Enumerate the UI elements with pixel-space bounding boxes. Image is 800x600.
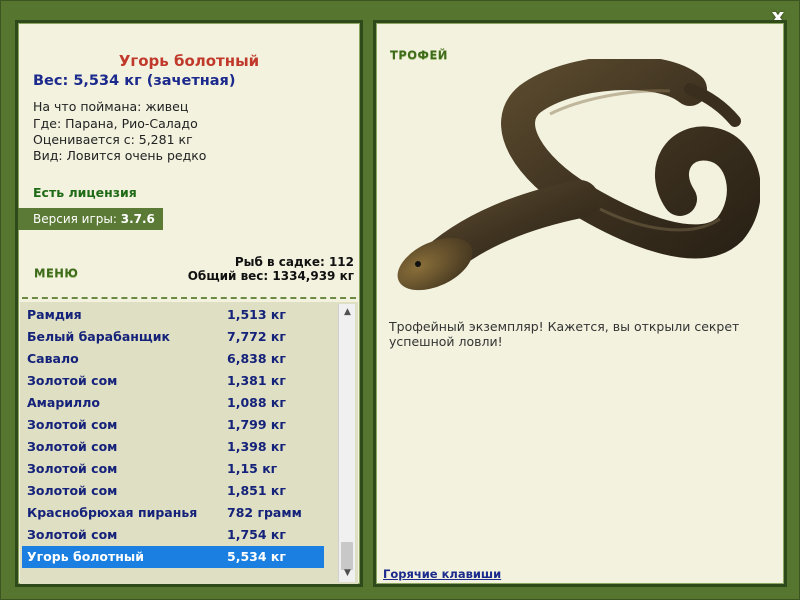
catch-fish-name: Угорь болотный: [27, 549, 144, 564]
eel-image: [390, 56, 761, 304]
catch-fish-weight: 1,15 кг: [227, 461, 278, 476]
fish-info-panel: Угорь болотный Вес: 5,534 кг (зачетная) …: [15, 20, 363, 587]
trophy-message: Трофейный экземпляр! Кажется, вы открыли…: [389, 319, 740, 349]
keepnet-total-weight: Общий вес: 1334,939 кг: [187, 269, 354, 283]
rated-from-info: Оценивается с: 5,281 кг: [33, 132, 193, 147]
catch-list-row[interactable]: Золотой сом 1,398 кг: [22, 436, 324, 458]
keepnet-count: Рыб в садке: 112: [234, 255, 354, 269]
catch-fish-name: Краснобрюхая пиранья: [27, 505, 198, 520]
catch-list-row[interactable]: Амарилло 1,088 кг: [22, 392, 324, 414]
catch-list-row[interactable]: Краснобрюхая пиранья 782 грамм: [22, 502, 324, 524]
version-label: Версия игры:: [33, 212, 121, 226]
catch-list: Рамдия 1,513 кг Белый барабанщик 7,772 кг Са…: [22, 304, 324, 582]
caught-on-info: На что поймана: живец: [33, 99, 189, 114]
catch-list-scrollbar[interactable]: ▲ ▼: [338, 304, 355, 582]
scroll-up-icon[interactable]: ▲: [339, 304, 356, 321]
fish-weight: Вес: 5,534 кг (зачетная): [33, 73, 236, 89]
catch-list-row[interactable]: Савало 6,838 кг: [22, 348, 324, 370]
hotkeys-link[interactable]: Горячие клавиши: [383, 567, 501, 581]
catch-fish-name: Савало: [27, 351, 79, 366]
trophy-panel: ТРОФЕЙ Трофейный экземпляр! Кажется, вы …: [373, 20, 787, 587]
catch-fish-weight: 1,381 кг: [227, 373, 286, 388]
catch-fish-name: Белый барабанщик: [27, 329, 170, 344]
catch-fish-name: Золотой сом: [27, 373, 118, 388]
catch-fish-weight: 1,398 кг: [227, 439, 286, 454]
catch-list-row[interactable]: Золотой сом 1,851 кг: [22, 480, 324, 502]
catch-fish-name: Золотой сом: [27, 461, 118, 476]
rarity-info: Вид: Ловится очень редко: [33, 148, 207, 163]
catch-fish-weight: 782 грамм: [227, 505, 302, 520]
catch-fish-name: Золотой сом: [27, 527, 118, 542]
catch-list-row[interactable]: Золотой сом 1,15 кг: [22, 458, 324, 480]
separator: [22, 297, 356, 299]
catch-fish-weight: 1,754 кг: [227, 527, 286, 542]
catch-fish-weight: 6,838 кг: [227, 351, 286, 366]
catch-fish-weight: 1,799 кг: [227, 417, 286, 432]
game-window: x Угорь болотный Вес: 5,534 кг (зачетная…: [0, 0, 800, 600]
catch-list-row[interactable]: Золотой сом 1,381 кг: [22, 370, 324, 392]
catch-fish-name: Рамдия: [27, 307, 82, 322]
version-bar: Версия игры: 3.7.6: [18, 208, 163, 230]
catch-fish-weight: 7,772 кг: [227, 329, 286, 344]
catch-list-row[interactable]: Рамдия 1,513 кг: [22, 304, 324, 326]
catch-fish-weight: 1,513 кг: [227, 307, 286, 322]
fish-title: Угорь болотный: [118, 52, 260, 70]
catch-list-row[interactable]: Золотой сом 1,754 кг: [22, 524, 324, 546]
scroll-down-icon[interactable]: ▼: [339, 565, 356, 582]
license-status: Есть лицензия: [33, 185, 137, 200]
catch-list-row[interactable]: Золотой сом 1,799 кг: [22, 414, 324, 436]
catch-list-row[interactable]: Белый барабанщик 7,772 кг: [22, 326, 324, 348]
eel-icon: [397, 56, 761, 291]
catch-list-area: Рамдия 1,513 кг Белый барабанщик 7,772 кг Са…: [20, 302, 358, 584]
location-info: Где: Парана, Рио-Саладо: [33, 116, 198, 131]
catch-list-row[interactable]: Угорь болотный 5,534 кг: [22, 546, 324, 568]
menu-button[interactable]: МЕНЮ: [34, 266, 78, 280]
catch-fish-name: Золотой сом: [27, 483, 118, 498]
catch-fish-weight: 1,088 кг: [227, 395, 286, 410]
catch-fish-name: Золотой сом: [27, 417, 118, 432]
catch-fish-weight: 5,534 кг: [227, 549, 286, 564]
catch-fish-name: Амарилло: [27, 395, 100, 410]
catch-fish-name: Золотой сом: [27, 439, 118, 454]
catch-fish-weight: 1,851 кг: [227, 483, 286, 498]
version-value: 3.7.6: [120, 212, 155, 226]
